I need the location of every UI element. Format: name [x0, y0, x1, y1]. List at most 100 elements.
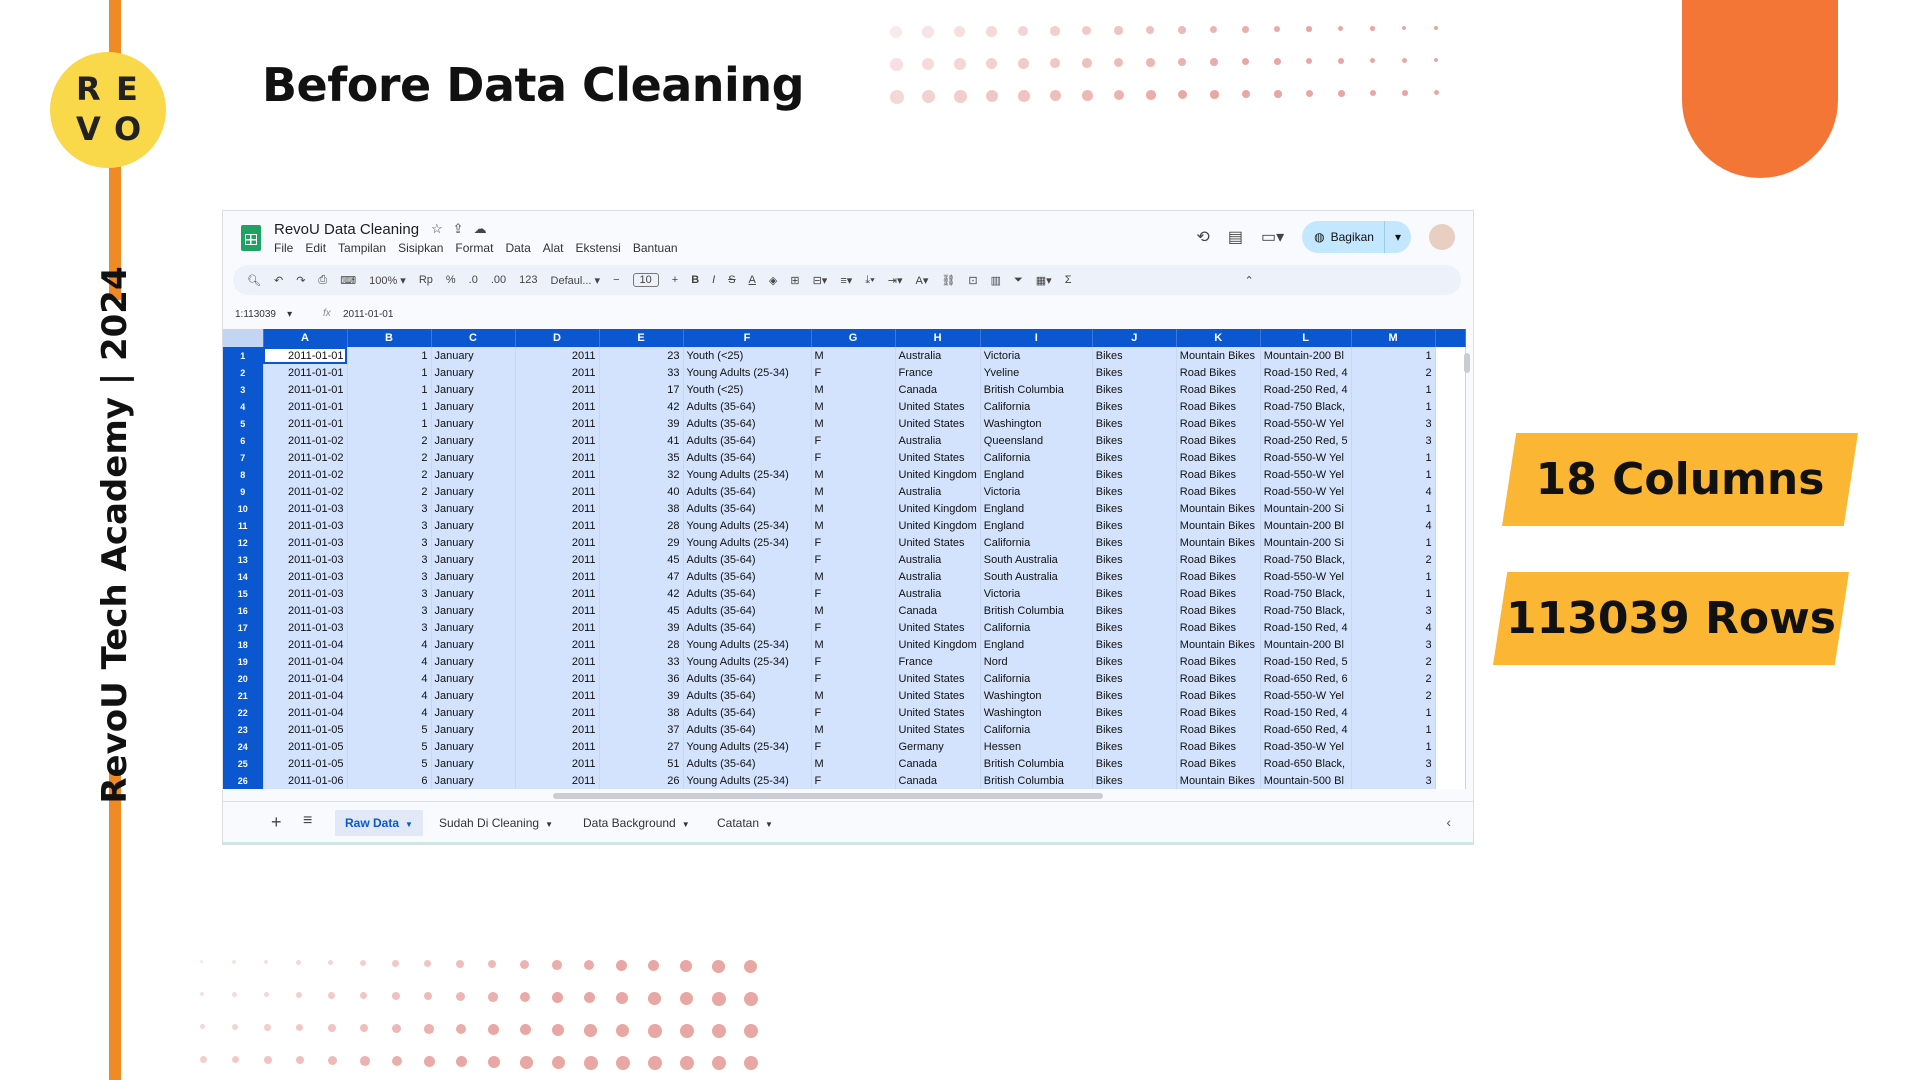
grid-cell[interactable]: M	[811, 636, 896, 653]
grid-cell[interactable]: 28	[599, 636, 684, 653]
row-header[interactable]: 1	[223, 347, 264, 364]
grid-cell[interactable]: Road-150 Red, 4	[1260, 704, 1352, 721]
grid-cell[interactable]: Bikes	[1092, 602, 1177, 619]
column-header[interactable]: I	[980, 329, 1093, 347]
grid-cell[interactable]: Road-250 Red, 4	[1260, 381, 1352, 398]
grid-cell[interactable]: January	[431, 568, 516, 585]
grid-cell[interactable]: 5	[347, 721, 432, 738]
grid-cell[interactable]: 2011	[515, 619, 600, 636]
grid-cell[interactable]: 51	[599, 755, 684, 772]
grid-cell[interactable]: Mountain-200 Bl	[1260, 517, 1352, 534]
column-header[interactable]: L	[1260, 329, 1352, 347]
grid-cell[interactable]: Bikes	[1092, 415, 1177, 432]
grid-cell[interactable]: Victoria	[980, 585, 1093, 602]
grid-cell[interactable]: Washington	[980, 704, 1093, 721]
grid-cell[interactable]: 1	[347, 364, 432, 381]
grid-cell[interactable]: M	[811, 721, 896, 738]
grid-cell[interactable]: Bikes	[1092, 466, 1177, 483]
grid-cell[interactable]: January	[431, 602, 516, 619]
grid-cell[interactable]: 2011	[515, 381, 600, 398]
grid-cell[interactable]: 1	[347, 415, 432, 432]
grid-cell[interactable]: 2011-01-05	[263, 721, 348, 738]
grid-cell[interactable]: 2011-01-04	[263, 704, 348, 721]
grid-cell[interactable]: Road-650 Red, 6	[1260, 670, 1352, 687]
grid-cell[interactable]: Road Bikes	[1176, 381, 1261, 398]
grid-cell[interactable]: United States	[895, 398, 981, 415]
grid-cell[interactable]: United Kingdom	[895, 466, 981, 483]
grid-cell[interactable]: Washington	[980, 415, 1093, 432]
grid-cell[interactable]: 3	[1351, 772, 1436, 789]
menu-extensions[interactable]: Ekstensi	[575, 241, 620, 255]
grid-cell[interactable]: 3	[347, 517, 432, 534]
grid-cell[interactable]: January	[431, 704, 516, 721]
grid-cell[interactable]: Road Bikes	[1176, 619, 1261, 636]
grid-cell[interactable]: 2011	[515, 534, 600, 551]
grid-cell[interactable]: 1	[347, 381, 432, 398]
grid-cell[interactable]: England	[980, 466, 1093, 483]
font-size-decrease[interactable]: −	[613, 274, 619, 286]
grid-cell[interactable]: Bikes	[1092, 551, 1177, 568]
menu-file[interactable]: File	[274, 241, 293, 255]
menu-data[interactable]: Data	[505, 241, 530, 255]
grid-cell[interactable]: 2	[347, 466, 432, 483]
grid-cell[interactable]: Nord	[980, 653, 1093, 670]
row-header[interactable]: 4	[223, 398, 264, 415]
grid-cell[interactable]: F	[811, 449, 896, 466]
menu-help[interactable]: Bantuan	[633, 241, 678, 255]
grid-cell[interactable]: Road-150 Red, 4	[1260, 364, 1352, 381]
grid-cell[interactable]: 4	[1351, 517, 1436, 534]
grid-cell[interactable]: 2011	[515, 721, 600, 738]
grid-cell[interactable]: 3	[1351, 636, 1436, 653]
grid-cell[interactable]: Youth (<25)	[683, 381, 812, 398]
grid-cell[interactable]: Adults (35-64)	[683, 721, 812, 738]
grid-cell[interactable]: 42	[599, 585, 684, 602]
table-view-icon[interactable]: ▦▾	[1036, 274, 1052, 287]
tab-data-background[interactable]: Data Background ▼	[573, 810, 700, 836]
grid-cell[interactable]: January	[431, 721, 516, 738]
text-color-icon[interactable]: A	[749, 274, 756, 286]
grid-cell[interactable]: F	[811, 670, 896, 687]
grid-cell[interactable]: 2011-01-03	[263, 500, 348, 517]
grid-cell[interactable]: Bikes	[1092, 432, 1177, 449]
grid-cell[interactable]: F	[811, 772, 896, 789]
grid-cell[interactable]: Road-150 Red, 4	[1260, 619, 1352, 636]
grid-cell[interactable]: January	[431, 653, 516, 670]
grid-cell[interactable]: 3	[347, 602, 432, 619]
row-header[interactable]: 14	[223, 568, 264, 585]
grid-cell[interactable]: M	[811, 483, 896, 500]
grid-cell[interactable]: Adults (35-64)	[683, 415, 812, 432]
grid-cell[interactable]: Canada	[895, 772, 981, 789]
grid-cell[interactable]: 39	[599, 415, 684, 432]
grid-cell[interactable]: Road Bikes	[1176, 568, 1261, 585]
filter-icon[interactable]: ⏷	[1014, 274, 1023, 287]
font-size-increase[interactable]: +	[672, 274, 678, 286]
grid-cell[interactable]: Road-750 Black,	[1260, 602, 1352, 619]
grid-cell[interactable]: Queensland	[980, 432, 1093, 449]
grid-cell[interactable]: Victoria	[980, 483, 1093, 500]
grid-cell[interactable]: 3	[347, 619, 432, 636]
grid-cell[interactable]: January	[431, 432, 516, 449]
grid-cell[interactable]: Bikes	[1092, 364, 1177, 381]
grid-cell[interactable]: 2011	[515, 551, 600, 568]
formula-input[interactable]: 2011-01-01	[343, 309, 393, 320]
grid-cell[interactable]: South Australia	[980, 568, 1093, 585]
align-icon[interactable]: ≡▾	[840, 274, 852, 287]
grid-cell[interactable]: 1	[1351, 466, 1436, 483]
grid-cell[interactable]: Road-550-W Yel	[1260, 466, 1352, 483]
grid-cell[interactable]: Mountain-500 Bl	[1260, 772, 1352, 789]
row-header[interactable]: 16	[223, 602, 264, 619]
grid-cell[interactable]: Bikes	[1092, 772, 1177, 789]
column-header[interactable]: K	[1176, 329, 1261, 347]
grid-cell[interactable]: 2011	[515, 483, 600, 500]
grid-cell[interactable]: Mountain Bikes	[1176, 347, 1261, 364]
grid-cell[interactable]: Road-350-W Yel	[1260, 738, 1352, 755]
grid-cell[interactable]: Road Bikes	[1176, 704, 1261, 721]
grid-cell[interactable]: F	[811, 364, 896, 381]
grid-cell[interactable]: Bikes	[1092, 347, 1177, 364]
search-icon[interactable]: 🔍︎	[247, 274, 261, 287]
grid-cell[interactable]: British Columbia	[980, 602, 1093, 619]
grid-cell[interactable]: Road Bikes	[1176, 602, 1261, 619]
grid-cell[interactable]: Bikes	[1092, 483, 1177, 500]
tab-raw-data[interactable]: Raw Data ▼	[335, 810, 423, 836]
name-box[interactable]: 1:113039 ▾	[235, 309, 292, 320]
